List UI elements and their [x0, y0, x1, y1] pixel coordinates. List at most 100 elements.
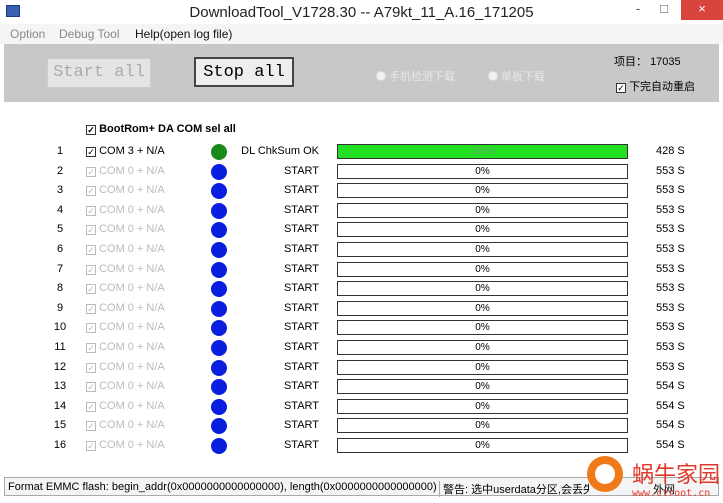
port-row: 3 ✓ COM 0 + N/A START 0% 553 S [0, 182, 723, 201]
status-indicator-icon [211, 222, 227, 239]
com-checkbox[interactable]: ✓ COM 0 + N/A [86, 184, 165, 197]
row-status: START [283, 360, 319, 373]
radio-mode-2[interactable]: 单板下载 [488, 68, 545, 84]
progress-bar: 0% [337, 183, 628, 199]
port-row: 12 ✓ COM 0 + N/A START 0% 553 S [0, 359, 723, 378]
start-all-button[interactable]: Start all [47, 58, 151, 88]
com-label: COM 3 + N/A [99, 145, 165, 157]
sel-all-checkbox[interactable]: ✓ BootRom+ DA COM sel all [86, 123, 236, 135]
status-indicator-icon [211, 300, 227, 317]
svg-text:www.ctroot.cn: www.ctroot.cn [632, 488, 710, 499]
menu-option[interactable]: Option [10, 27, 45, 41]
checkbox-icon: ✓ [86, 421, 96, 432]
port-row: 4 ✓ COM 0 + N/A START 0% 553 S [0, 202, 723, 221]
progress-text: 0% [475, 302, 490, 314]
toolbar: Start all Stop all 手机检测下载 单板下载 项目： 17035… [4, 44, 719, 102]
elapsed-time: 554 S [656, 380, 685, 393]
com-checkbox[interactable]: ✓ COM 0 + N/A [86, 302, 165, 314]
checkbox-icon: ✓ [86, 245, 96, 255]
com-checkbox[interactable]: ✓ COM 0 + N/A [86, 419, 165, 432]
radio-icon [488, 71, 498, 81]
com-checkbox[interactable]: ✓ COM 0 + N/A [86, 380, 165, 393]
row-status: START [283, 184, 319, 197]
radio-icon [376, 71, 386, 81]
radio-mode-1[interactable]: 手机检测下载 [376, 68, 455, 84]
status-indicator-icon [211, 379, 227, 396]
com-checkbox[interactable]: ✓ COM 0 + N/A [86, 282, 165, 295]
com-checkbox[interactable]: ✓ COM 0 + N/A [86, 165, 165, 177]
com-label: COM 0 + N/A [99, 301, 165, 314]
row-status: START [283, 243, 319, 255]
checkbox-icon: ✓ [86, 284, 96, 295]
com-label: COM 0 + N/A [99, 360, 165, 373]
progress-bar: 0% [337, 398, 628, 414]
row-number: 9 [56, 301, 64, 314]
com-label: COM 0 + N/A [99, 341, 165, 353]
progress-text: 0% [475, 400, 490, 412]
row-number: 7 [56, 262, 64, 275]
com-checkbox[interactable]: ✓ COM 3 + N/A [86, 145, 165, 157]
port-row: 5 ✓ COM 0 + N/A START 0% 553 S [0, 221, 723, 240]
project-value: 17035 [650, 56, 681, 68]
status-indicator-icon [211, 359, 227, 376]
status-indicator-icon [211, 340, 227, 356]
status-indicator-icon [211, 242, 227, 258]
com-checkbox[interactable]: ✓ COM 0 + N/A [86, 263, 165, 275]
com-label: COM 0 + N/A [99, 184, 165, 197]
stop-all-button[interactable]: Stop all [194, 57, 294, 87]
menu-help[interactable]: Help(open log file) [135, 27, 232, 41]
progress-bar: 0% [337, 320, 628, 336]
progress-bar: 0% [337, 379, 628, 395]
elapsed-time: 553 S [656, 223, 685, 236]
checkbox-icon: ✓ [86, 186, 96, 197]
progress-text: 100% [469, 146, 496, 157]
com-checkbox[interactable]: ✓ COM 0 + N/A [86, 439, 165, 451]
row-status: DL ChkSum OK [241, 145, 319, 157]
elapsed-time: 553 S [656, 301, 685, 314]
status-format-info: Format EMMC flash: begin_addr(0x00000000… [8, 481, 436, 493]
status-indicator-icon [211, 261, 227, 278]
progress-bar: 0% [337, 359, 628, 375]
elapsed-time: 553 S [656, 262, 685, 275]
title-bar: DownloadTool_V1728.30 -- A79kt_11_A.16_1… [0, 0, 723, 24]
com-label: COM 0 + N/A [99, 399, 165, 412]
elapsed-time: 553 S [656, 243, 685, 255]
com-checkbox[interactable]: ✓ COM 0 + N/A [86, 204, 165, 216]
checkbox-icon: ✓ [86, 323, 96, 334]
status-indicator-icon [211, 144, 227, 160]
elapsed-time: 553 S [656, 282, 685, 295]
port-row: 6 ✓ COM 0 + N/A START 0% 553 S [0, 241, 723, 260]
menu-debug-tool[interactable]: Debug Tool [59, 27, 120, 41]
status-indicator-icon [211, 398, 227, 415]
auto-reboot-checkbox[interactable]: ✓ 下完自动重启 [616, 78, 695, 94]
row-number: 8 [56, 282, 64, 295]
elapsed-time: 553 S [656, 184, 685, 197]
status-indicator-icon [211, 202, 227, 219]
com-checkbox[interactable]: ✓ COM 0 + N/A [86, 341, 165, 353]
progress-text: 0% [475, 361, 490, 373]
auto-reboot-label: 下完自动重启 [629, 81, 696, 93]
progress-bar: 0% [337, 202, 628, 218]
com-checkbox[interactable]: ✓ COM 0 + N/A [86, 321, 165, 334]
progress-bar: 0% [337, 418, 628, 434]
menu-bar: Option Debug Tool Help(open log file) [0, 24, 723, 44]
row-status: START [283, 321, 319, 334]
elapsed-time: 553 S [656, 341, 685, 353]
progress-bar: 0% [337, 261, 628, 277]
checkbox-icon: ✓ [86, 225, 96, 236]
row-status: START [283, 380, 319, 393]
close-button[interactable]: × [681, 0, 723, 20]
com-label: COM 0 + N/A [99, 380, 165, 393]
sel-all-label: BootRom+ DA COM sel all [99, 123, 236, 135]
watermark-logo: 蜗牛家园 www.ctroot.cn [570, 450, 720, 500]
port-row: 2 ✓ COM 0 + N/A START 0% 553 S [0, 163, 723, 182]
com-checkbox[interactable]: ✓ COM 0 + N/A [86, 223, 165, 236]
maximize-button[interactable]: □ [649, 0, 679, 20]
com-checkbox[interactable]: ✓ COM 0 + N/A [86, 243, 165, 255]
checkbox-icon: ✓ [86, 205, 96, 216]
port-row: 7 ✓ COM 0 + N/A START 0% 553 S [0, 261, 723, 280]
com-checkbox[interactable]: ✓ COM 0 + N/A [86, 400, 165, 412]
com-label: COM 0 + N/A [99, 243, 165, 255]
checkbox-icon: ✓ [86, 441, 96, 451]
com-checkbox[interactable]: ✓ COM 0 + N/A [86, 361, 165, 373]
